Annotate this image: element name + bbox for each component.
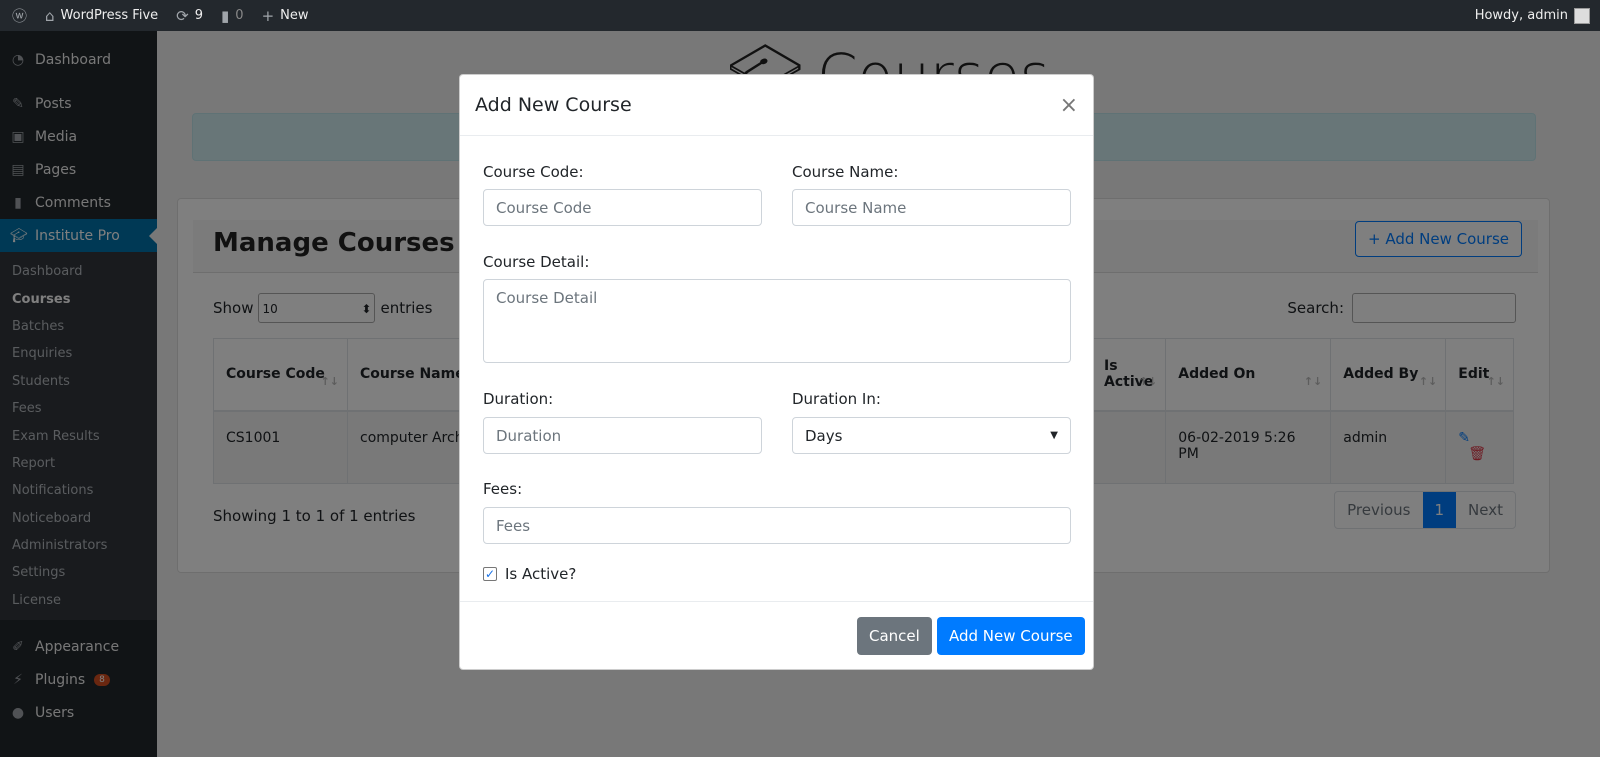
- course-code-label: Course Code:: [483, 163, 584, 181]
- fees-input[interactable]: Fees: [483, 507, 1071, 544]
- course-name-label: Course Name:: [792, 163, 899, 181]
- greeting: Howdy, admin: [1474, 8, 1568, 23]
- course-detail-textarea[interactable]: Course Detail: [483, 279, 1071, 363]
- is-active-label: Is Active?: [505, 565, 577, 583]
- is-active-checkbox[interactable]: ✓: [483, 567, 497, 581]
- duration-label: Duration:: [483, 390, 554, 408]
- add-course-modal: Add New Course × Course Code: Course Code…: [459, 74, 1094, 670]
- is-active-field: ✓ Is Active?: [483, 565, 576, 583]
- duration-input[interactable]: Duration: [483, 417, 762, 454]
- modal-title: Add New Course: [475, 94, 632, 116]
- site-name: WordPress Five: [60, 8, 159, 23]
- account-menu[interactable]: Howdy, admin: [1474, 7, 1590, 24]
- course-detail-label: Course Detail:: [483, 253, 590, 271]
- comments-count: 0: [235, 8, 244, 23]
- caret-down-icon: ▼: [1050, 430, 1058, 441]
- duration-in-label: Duration In:: [792, 390, 881, 408]
- comments-link[interactable]: ▮ 0: [221, 7, 244, 25]
- cancel-button[interactable]: Cancel: [857, 617, 932, 655]
- modal-header: Add New Course ×: [460, 75, 1093, 136]
- plus-icon: +: [261, 6, 275, 25]
- modal-footer: Cancel Add New Course: [460, 601, 1093, 670]
- course-name-input[interactable]: Course Name: [792, 189, 1071, 226]
- refresh-icon: ⟳: [176, 6, 189, 25]
- duration-in-select[interactable]: Days ▼: [792, 417, 1071, 454]
- avatar: [1574, 7, 1590, 24]
- updates-link[interactable]: ⟳ 9: [176, 7, 203, 25]
- close-icon[interactable]: ×: [1060, 93, 1078, 118]
- updates-count: 9: [194, 8, 204, 23]
- admin-bar: ⓦ ⌂ WordPress Five ⟳ 9 ▮ 0 + New Howdy, admi…: [0, 0, 1600, 31]
- duration-in-value: Days: [805, 426, 843, 445]
- comment-icon: ▮: [221, 6, 230, 25]
- fees-label: Fees:: [483, 480, 523, 498]
- course-code-input[interactable]: Course Code: [483, 189, 762, 226]
- add-new-course-submit-button[interactable]: Add New Course: [937, 617, 1085, 655]
- new-link[interactable]: + New: [262, 7, 309, 25]
- site-link[interactable]: ⌂ WordPress Five: [45, 7, 158, 25]
- new-label: New: [280, 8, 309, 23]
- wordpress-icon: ⓦ: [12, 7, 28, 25]
- home-icon: ⌂: [45, 6, 55, 25]
- wp-logo[interactable]: ⓦ: [12, 5, 27, 26]
